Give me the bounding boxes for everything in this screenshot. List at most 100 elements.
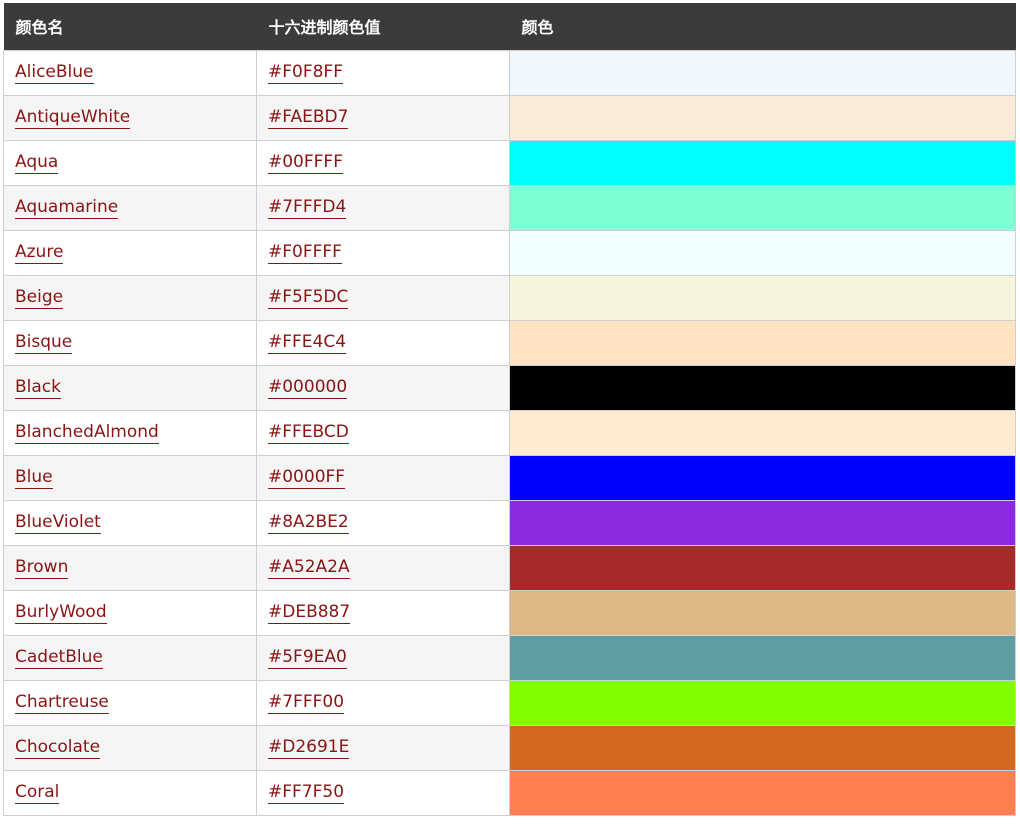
hex-value-cell: #A52A2A	[256, 544, 510, 591]
color-name-link[interactable]: BlanchedAlmond	[15, 422, 159, 444]
hex-value-cell: #DEB887	[256, 589, 510, 636]
table-row: Aquamarine #7FFFD4	[3, 184, 1016, 231]
color-name-cell: Brown	[3, 544, 257, 591]
hex-value-link[interactable]: #D2691E	[268, 737, 350, 759]
color-swatch	[509, 724, 1016, 771]
color-name-link[interactable]: Chartreuse	[15, 692, 109, 714]
color-name-link[interactable]: BlueViolet	[15, 512, 101, 534]
table-row: Azure #F0FFFF	[3, 229, 1016, 276]
hex-value-cell: #F5F5DC	[256, 274, 510, 321]
color-name-link[interactable]: Bisque	[15, 332, 73, 354]
hex-value-cell: #000000	[256, 364, 510, 411]
table-row: AntiqueWhite #FAEBD7	[3, 94, 1016, 141]
color-swatch	[509, 319, 1016, 366]
color-name-cell: Chocolate	[3, 724, 257, 771]
color-name-cell: Chartreuse	[3, 679, 257, 726]
color-swatch	[509, 229, 1016, 276]
color-swatch	[509, 679, 1016, 726]
color-name-link[interactable]: Beige	[15, 287, 64, 309]
table-row: CadetBlue #5F9EA0	[3, 634, 1016, 681]
hex-value-link[interactable]: #000000	[268, 377, 348, 399]
table-row: Aqua #00FFFF	[3, 139, 1016, 186]
hex-value-cell: #D2691E	[256, 724, 510, 771]
color-name-cell: BlueViolet	[3, 499, 257, 546]
color-name-link[interactable]: Coral	[15, 782, 60, 804]
hex-value-link[interactable]: #8A2BE2	[268, 512, 349, 534]
color-name-cell: Coral	[3, 769, 257, 816]
color-swatch	[509, 274, 1016, 321]
header-row: 颜色名 十六进制颜色值 颜色	[3, 3, 1016, 50]
color-name-link[interactable]: Blue	[15, 467, 53, 489]
color-swatch	[509, 589, 1016, 636]
color-name-link[interactable]: AntiqueWhite	[15, 107, 131, 129]
color-name-link[interactable]: AliceBlue	[15, 62, 94, 84]
hex-value-cell: #7FFFD4	[256, 184, 510, 231]
hex-value-link[interactable]: #DEB887	[268, 602, 351, 624]
table-row: Bisque #FFE4C4	[3, 319, 1016, 366]
hex-value-link[interactable]: #7FFF00	[268, 692, 345, 714]
color-name-link[interactable]: Aquamarine	[15, 197, 119, 219]
hex-value-link[interactable]: #F0F8FF	[268, 62, 343, 84]
color-name-cell: BlanchedAlmond	[3, 409, 257, 456]
hex-value-cell: #5F9EA0	[256, 634, 510, 681]
color-name-link[interactable]: Black	[15, 377, 61, 399]
table-row: AliceBlue #F0F8FF	[3, 49, 1016, 96]
color-swatch	[509, 544, 1016, 591]
table-row: Chartreuse #7FFF00	[3, 679, 1016, 726]
color-name-link[interactable]: Azure	[15, 242, 64, 264]
color-swatch	[509, 184, 1016, 231]
color-swatch	[509, 499, 1016, 546]
hex-value-cell: #F0F8FF	[256, 49, 510, 96]
hex-value-link[interactable]: #FAEBD7	[268, 107, 349, 129]
column-header-color: 颜色	[521, 18, 554, 38]
table-row: BurlyWood #DEB887	[3, 589, 1016, 636]
hex-value-cell: #00FFFF	[256, 139, 510, 186]
hex-value-cell: #8A2BE2	[256, 499, 510, 546]
color-swatch	[509, 49, 1016, 96]
hex-value-link[interactable]: #A52A2A	[268, 557, 350, 579]
hex-value-link[interactable]: #F0FFFF	[268, 242, 342, 264]
table-row: Chocolate #D2691E	[3, 724, 1016, 771]
hex-value-link[interactable]: #0000FF	[268, 467, 346, 489]
hex-value-cell: #0000FF	[256, 454, 510, 501]
table-row: BlanchedAlmond #FFEBCD	[3, 409, 1016, 456]
hex-value-cell: #FFEBCD	[256, 409, 510, 456]
color-swatch	[509, 409, 1016, 456]
table-row: Black #000000	[3, 364, 1016, 411]
color-name-cell: Blue	[3, 454, 257, 501]
hex-value-link[interactable]: #5F9EA0	[268, 647, 347, 669]
color-swatch	[509, 769, 1016, 816]
color-name-cell: AntiqueWhite	[3, 94, 257, 141]
color-name-cell: Beige	[3, 274, 257, 321]
table-row: Brown #A52A2A	[3, 544, 1016, 591]
table-row: Blue #0000FF	[3, 454, 1016, 501]
table-row: BlueViolet #8A2BE2	[3, 499, 1016, 546]
color-name-cell: Bisque	[3, 319, 257, 366]
hex-value-cell: #FAEBD7	[256, 94, 510, 141]
hex-value-cell: #FF7F50	[256, 769, 510, 816]
table-header: 颜色名 十六进制颜色值 颜色	[3, 3, 1016, 50]
table-row: Beige #F5F5DC	[3, 274, 1016, 321]
column-header-hex: 十六进制颜色值	[268, 18, 381, 38]
color-name-link[interactable]: BurlyWood	[15, 602, 107, 624]
hex-value-link[interactable]: #FFE4C4	[268, 332, 347, 354]
color-swatch	[509, 139, 1016, 186]
color-name-link[interactable]: Brown	[15, 557, 69, 579]
color-name-cell: AliceBlue	[3, 49, 257, 96]
color-table: 颜色名 十六进制颜色值 颜色 AliceBlue #F0F8FF AntiqueWh…	[3, 3, 1016, 816]
color-swatch	[509, 94, 1016, 141]
hex-value-link[interactable]: #FF7F50	[268, 782, 345, 804]
color-table-container: 颜色名 十六进制颜色值 颜色 AliceBlue #F0F8FF AntiqueWh…	[3, 3, 1016, 816]
hex-value-link[interactable]: #00FFFF	[268, 152, 343, 174]
color-name-link[interactable]: CadetBlue	[15, 647, 103, 669]
color-name-link[interactable]: Aqua	[15, 152, 59, 174]
hex-value-link[interactable]: #7FFFD4	[268, 197, 347, 219]
color-name-cell: BurlyWood	[3, 589, 257, 636]
hex-value-cell: #F0FFFF	[256, 229, 510, 276]
color-swatch	[509, 634, 1016, 681]
color-name-link[interactable]: Chocolate	[15, 737, 101, 759]
hex-value-link[interactable]: #F5F5DC	[268, 287, 349, 309]
hex-value-cell: #7FFF00	[256, 679, 510, 726]
table-body: AliceBlue #F0F8FF AntiqueWhite #FAEBD7 Aqua #…	[3, 49, 1016, 816]
hex-value-link[interactable]: #FFEBCD	[268, 422, 349, 444]
